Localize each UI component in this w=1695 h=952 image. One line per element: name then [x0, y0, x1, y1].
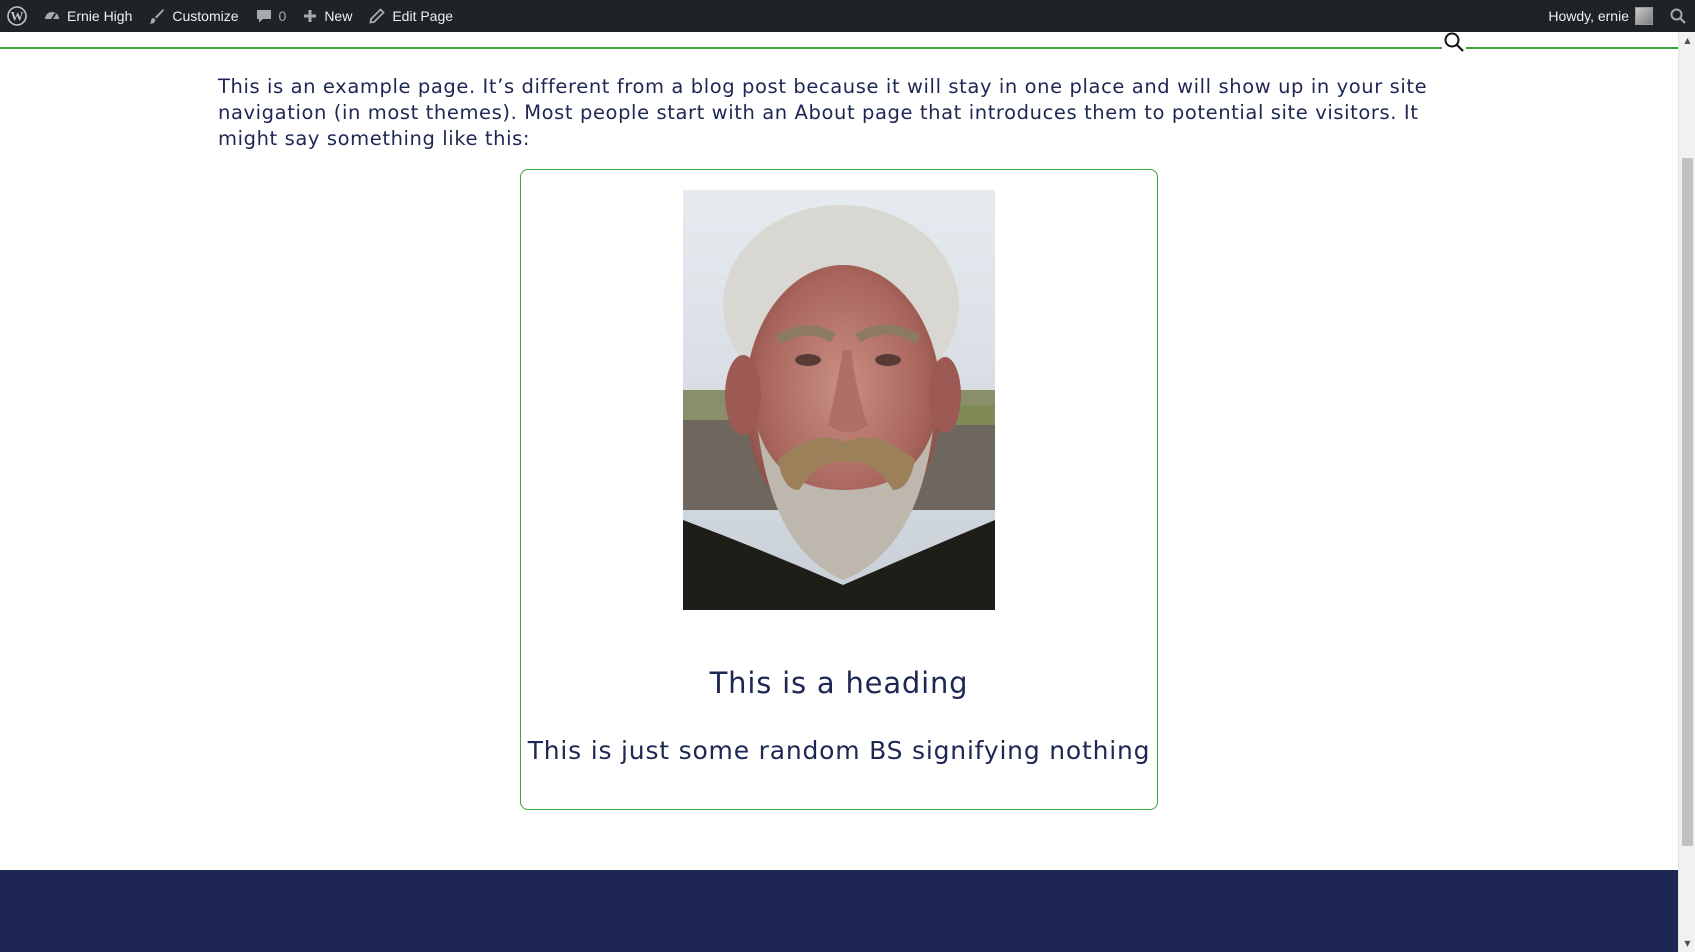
new-label: New — [324, 8, 353, 24]
card-heading: This is a heading — [709, 666, 969, 700]
comment-icon — [255, 7, 273, 25]
adminbar-search-button[interactable] — [1661, 0, 1695, 32]
customize-label: Customize — [172, 8, 239, 24]
edit-page-link[interactable]: Edit Page — [360, 0, 461, 32]
svg-text:W: W — [11, 9, 24, 24]
wordpress-menu[interactable]: W — [0, 0, 35, 32]
site-footer — [0, 870, 1678, 952]
header-divider — [0, 47, 1678, 49]
my-account-link[interactable]: Howdy, ernie — [1540, 0, 1661, 32]
header-search-button[interactable] — [1442, 32, 1466, 56]
comments-link[interactable]: 0 — [247, 0, 295, 32]
search-icon — [1443, 32, 1465, 57]
card-text: This is just some random BS signifying n… — [527, 736, 1151, 765]
howdy-label: Howdy, ernie — [1548, 8, 1629, 24]
profile-photo — [683, 190, 995, 610]
pencil-icon — [368, 7, 386, 25]
admin-bar: W Ernie High Customize 0 New Edit Page H… — [0, 0, 1695, 32]
search-icon — [1669, 7, 1687, 25]
site-name-label: Ernie High — [67, 8, 133, 24]
scroll-down-arrow-icon[interactable]: ▼ — [1679, 935, 1695, 952]
site-name-link[interactable]: Ernie High — [35, 0, 140, 32]
avatar — [1635, 7, 1653, 25]
customize-link[interactable]: Customize — [140, 0, 246, 32]
page-content: This is an example page. It’s different … — [0, 32, 1678, 952]
scrollbar-thumb[interactable] — [1682, 158, 1693, 846]
plus-icon — [302, 8, 318, 24]
new-content-link[interactable]: New — [294, 0, 360, 32]
wordpress-logo-icon: W — [7, 6, 27, 26]
scroll-up-arrow-icon[interactable]: ▲ — [1679, 32, 1695, 49]
edit-page-label: Edit Page — [392, 8, 454, 24]
profile-card: This is a heading This is just some rand… — [520, 169, 1158, 810]
page-scrollbar[interactable]: ▲ ▼ — [1678, 32, 1695, 952]
dashboard-icon — [43, 7, 61, 25]
comments-count: 0 — [278, 8, 287, 24]
intro-paragraph: This is an example page. It’s different … — [218, 75, 1428, 150]
brush-icon — [148, 7, 166, 25]
page-title-clipped — [218, 32, 478, 48]
